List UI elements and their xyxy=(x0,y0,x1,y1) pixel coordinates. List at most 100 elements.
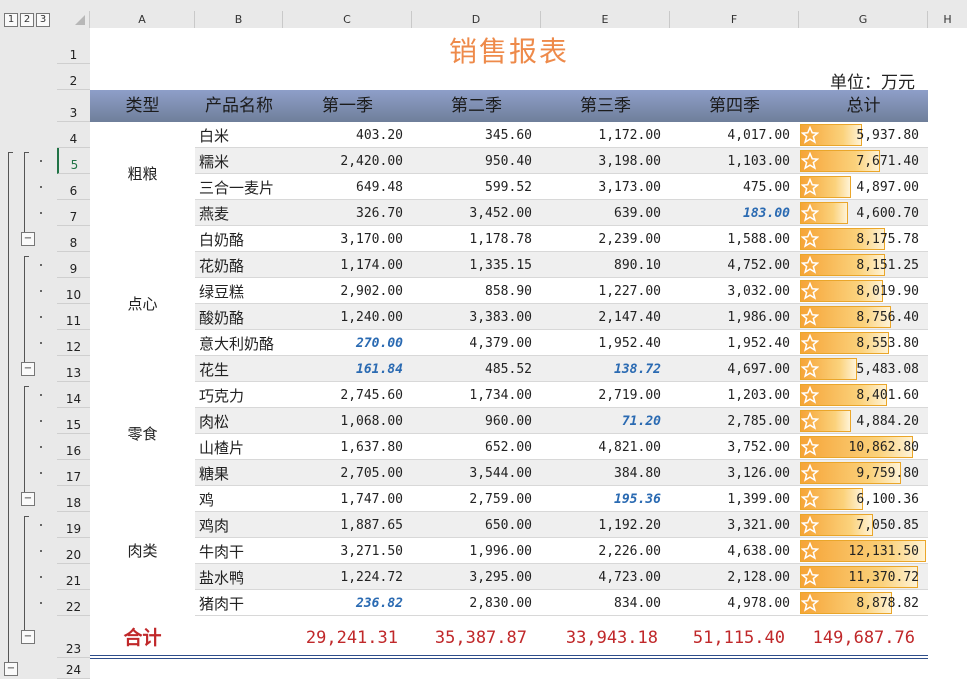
row-header-6[interactable]: 6 xyxy=(57,174,90,200)
collapse-group-button[interactable]: − xyxy=(21,362,35,376)
q2-cell[interactable]: 3,383.00 xyxy=(412,304,541,330)
q3-cell[interactable]: 2,239.00 xyxy=(541,226,670,252)
product-name-cell[interactable]: 鸡 xyxy=(195,486,283,512)
collapse-all-button[interactable]: − xyxy=(4,661,18,676)
select-all-corner[interactable] xyxy=(57,11,90,28)
q2-cell[interactable]: 1,734.00 xyxy=(412,382,541,408)
outline-level-3-button[interactable]: 3 xyxy=(36,13,50,27)
q4-cell[interactable]: 2,785.00 xyxy=(670,408,799,434)
row-header-13[interactable]: 13 xyxy=(57,356,90,382)
total-q4[interactable]: 51,115.40 xyxy=(670,623,785,653)
product-name-cell[interactable]: 鸡肉 xyxy=(195,512,283,538)
row-header-16[interactable]: 16 xyxy=(57,434,90,460)
row-header-7[interactable]: 7 xyxy=(57,200,90,226)
product-name-cell[interactable]: 绿豆糕 xyxy=(195,278,283,304)
q3-cell[interactable]: 4,723.00 xyxy=(541,564,670,590)
q4-cell[interactable]: 3,321.00 xyxy=(670,512,799,538)
q2-cell[interactable]: 858.90 xyxy=(412,278,541,304)
collapse-group-button[interactable]: − xyxy=(21,232,35,246)
q2-cell[interactable]: 3,452.00 xyxy=(412,200,541,226)
total-cell[interactable]: 8,756.40 xyxy=(799,304,928,330)
collapse-group-button[interactable]: − xyxy=(21,492,35,506)
row-header-23[interactable]: 23 xyxy=(57,616,90,658)
total-cell[interactable]: 9,759.80 xyxy=(799,460,928,486)
q3-cell[interactable]: 2,226.00 xyxy=(541,538,670,564)
q2-cell[interactable]: 1,335.15 xyxy=(412,252,541,278)
category-cell[interactable]: 肉类 xyxy=(90,486,195,616)
q4-cell[interactable]: 475.00 xyxy=(670,174,799,200)
total-cell[interactable]: 8,175.78 xyxy=(799,226,928,252)
product-name-cell[interactable]: 三合一麦片 xyxy=(195,174,283,200)
row-header-8[interactable]: 8 xyxy=(57,226,90,252)
q1-cell[interactable]: 1,887.65 xyxy=(283,512,412,538)
outline-level-2-button[interactable]: 2 xyxy=(20,13,34,27)
row-header-18[interactable]: 18 xyxy=(57,486,90,512)
q4-cell[interactable]: 4,752.00 xyxy=(670,252,799,278)
q1-cell[interactable]: 2,420.00 xyxy=(283,148,412,174)
q3-cell[interactable]: 834.00 xyxy=(541,590,670,616)
total-cell[interactable]: 5,483.08 xyxy=(799,356,928,382)
outline-level-1-button[interactable]: 1 xyxy=(4,13,18,27)
q4-cell[interactable]: 1,588.00 xyxy=(670,226,799,252)
q3-cell[interactable]: 4,821.00 xyxy=(541,434,670,460)
q3-cell[interactable]: 195.36 xyxy=(541,486,670,512)
row-header-22[interactable]: 22 xyxy=(57,590,90,616)
total-cell[interactable]: 6,100.36 xyxy=(799,486,928,512)
q1-cell[interactable]: 1,224.72 xyxy=(283,564,412,590)
column-header-a[interactable]: A xyxy=(90,11,195,28)
total-cell[interactable]: 8,553.80 xyxy=(799,330,928,356)
total-cell[interactable]: 8,878.82 xyxy=(799,590,928,616)
row-header-11[interactable]: 11 xyxy=(57,304,90,330)
row-header-3[interactable]: 3 xyxy=(57,90,90,122)
product-name-cell[interactable]: 山楂片 xyxy=(195,434,283,460)
q2-cell[interactable]: 2,830.00 xyxy=(412,590,541,616)
column-header-h[interactable]: H xyxy=(928,11,967,28)
total-cell[interactable]: 11,370.72 xyxy=(799,564,928,590)
total-cell[interactable]: 7,671.40 xyxy=(799,148,928,174)
q3-cell[interactable]: 890.10 xyxy=(541,252,670,278)
q2-cell[interactable]: 2,759.00 xyxy=(412,486,541,512)
q1-cell[interactable]: 1,747.00 xyxy=(283,486,412,512)
product-name-cell[interactable]: 猪肉干 xyxy=(195,590,283,616)
product-name-cell[interactable]: 意大利奶酪 xyxy=(195,330,283,356)
q1-cell[interactable]: 161.84 xyxy=(283,356,412,382)
product-name-cell[interactable]: 花奶酪 xyxy=(195,252,283,278)
row-header-20[interactable]: 20 xyxy=(57,538,90,564)
row-header-1[interactable]: 1 xyxy=(57,28,90,64)
category-cell[interactable]: 粗粮 xyxy=(90,122,195,226)
q2-cell[interactable]: 960.00 xyxy=(412,408,541,434)
total-cell[interactable]: 7,050.85 xyxy=(799,512,928,538)
product-name-cell[interactable]: 糯米 xyxy=(195,148,283,174)
product-name-cell[interactable]: 盐水鸭 xyxy=(195,564,283,590)
row-header-9[interactable]: 9 xyxy=(57,252,90,278)
q1-cell[interactable]: 2,745.60 xyxy=(283,382,412,408)
q2-cell[interactable]: 4,379.00 xyxy=(412,330,541,356)
product-name-cell[interactable]: 白米 xyxy=(195,122,283,148)
q3-cell[interactable]: 1,227.00 xyxy=(541,278,670,304)
q3-cell[interactable]: 1,172.00 xyxy=(541,122,670,148)
product-name-cell[interactable]: 酸奶酪 xyxy=(195,304,283,330)
total-cell[interactable]: 8,019.90 xyxy=(799,278,928,304)
category-cell[interactable]: 点心 xyxy=(90,226,195,382)
q2-cell[interactable]: 652.00 xyxy=(412,434,541,460)
product-name-cell[interactable]: 糖果 xyxy=(195,460,283,486)
row-header-19[interactable]: 19 xyxy=(57,512,90,538)
total-cell[interactable]: 12,131.50 xyxy=(799,538,928,564)
q2-cell[interactable]: 485.52 xyxy=(412,356,541,382)
product-name-cell[interactable]: 肉松 xyxy=(195,408,283,434)
total-cell[interactable]: 8,401.60 xyxy=(799,382,928,408)
q2-cell[interactable]: 599.52 xyxy=(412,174,541,200)
category-cell[interactable]: 零食 xyxy=(90,382,195,486)
q4-cell[interactable]: 2,128.00 xyxy=(670,564,799,590)
q4-cell[interactable]: 1,952.40 xyxy=(670,330,799,356)
total-cell[interactable]: 4,897.00 xyxy=(799,174,928,200)
column-header-g[interactable]: G xyxy=(799,11,928,28)
q2-cell[interactable]: 650.00 xyxy=(412,512,541,538)
total-cell[interactable]: 8,151.25 xyxy=(799,252,928,278)
q1-cell[interactable]: 270.00 xyxy=(283,330,412,356)
q3-cell[interactable]: 384.80 xyxy=(541,460,670,486)
row-header-17[interactable]: 17 xyxy=(57,460,90,486)
q1-cell[interactable]: 2,902.00 xyxy=(283,278,412,304)
q3-cell[interactable]: 639.00 xyxy=(541,200,670,226)
q4-cell[interactable]: 3,752.00 xyxy=(670,434,799,460)
